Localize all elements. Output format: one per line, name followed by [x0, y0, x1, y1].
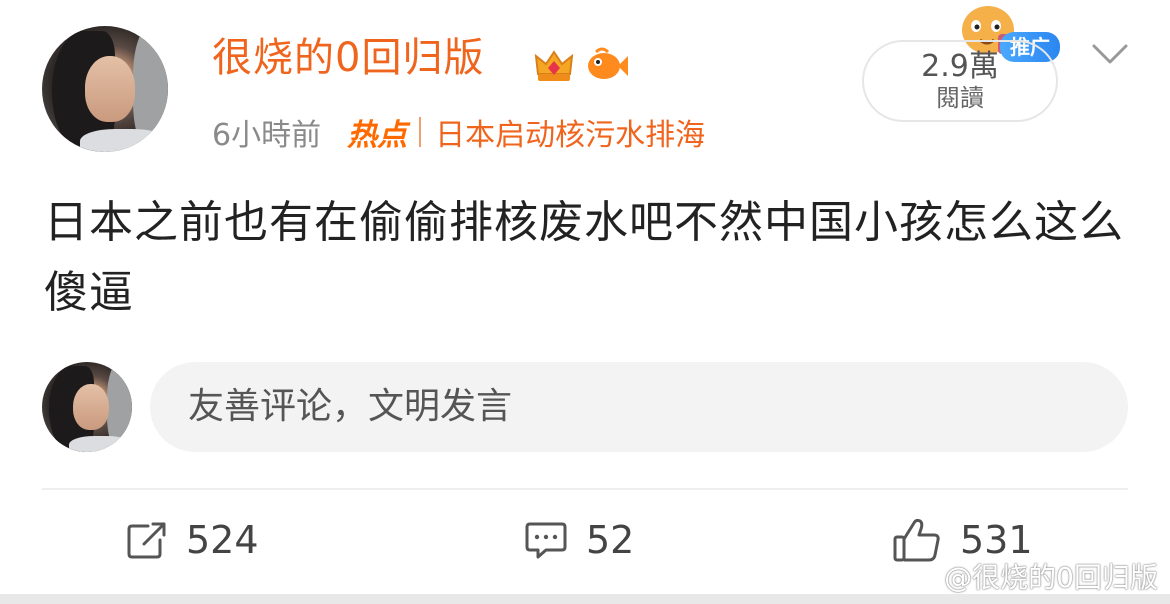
post-meta: 6小時前 热点 日本启动核污水排海 [212, 110, 705, 154]
chevron-down-icon[interactable] [1090, 40, 1130, 68]
post-body: 日本之前也有在偷偷排核废水吧不然中国小孩怎么这么傻逼 [44, 197, 1124, 318]
avatar-shirt [69, 435, 132, 452]
weibo-logo-icon [904, 564, 936, 590]
topic-link[interactable]: 日本启动核污水排海 [435, 110, 705, 154]
repost-count: 524 [186, 518, 259, 562]
meta-separator [419, 117, 422, 147]
post-author-avatar[interactable] [42, 26, 168, 152]
crown-badge-icon [534, 50, 574, 81]
views-count: 2.9萬 [921, 49, 999, 84]
commenter-avatar [42, 362, 132, 452]
views-counter[interactable]: 2.9萬 閱讀 [862, 40, 1058, 122]
comment-bubble-icon [525, 522, 567, 559]
comment-button[interactable]: 52 [524, 510, 634, 570]
post-username[interactable]: 很烧的0回归版 [212, 38, 484, 78]
watermark-text: @很烧的0回归版 [944, 561, 1158, 594]
comment-input[interactable]: 友善评论，文明发言 [150, 362, 1128, 452]
watermark: @很烧的0回归版 [904, 556, 1158, 596]
comment-count: 52 [586, 518, 635, 562]
post-time: 6小時前 [212, 118, 322, 153]
share-square-icon [127, 522, 166, 559]
views-label: 閱讀 [936, 84, 984, 112]
hot-tag[interactable]: 热点 [347, 110, 407, 154]
fish-badge-icon [588, 47, 628, 79]
avatar-face [72, 383, 109, 431]
divider [42, 488, 1128, 490]
repost-button[interactable]: 524 [126, 510, 259, 570]
bottom-bar [0, 594, 1170, 604]
avatar-shirt [79, 129, 168, 152]
avatar-face [84, 56, 136, 122]
